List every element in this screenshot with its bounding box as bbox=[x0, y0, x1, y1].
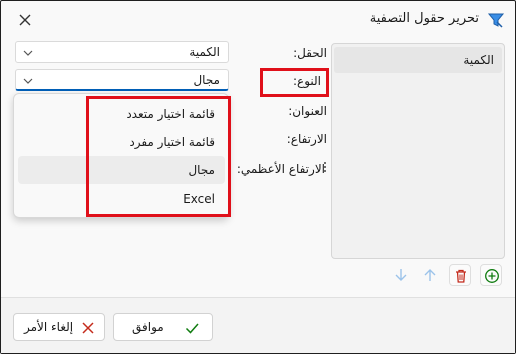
checkmark-icon bbox=[185, 323, 199, 334]
cancel-x-icon bbox=[82, 322, 94, 334]
list-item[interactable]: الكمية bbox=[334, 47, 502, 73]
splitter-grip-icon[interactable] bbox=[323, 161, 327, 175]
cancel-button[interactable]: إلغاء الأمر bbox=[13, 313, 105, 341]
dropdown-highlight bbox=[86, 96, 231, 217]
chevron-down-icon bbox=[22, 47, 34, 59]
close-icon bbox=[19, 14, 31, 26]
max-height-label: الارتفاع الأعظمي: bbox=[236, 162, 325, 176]
move-down-button[interactable] bbox=[390, 264, 412, 286]
fields-list[interactable]: الكمية bbox=[331, 43, 505, 259]
title-bar: تحرير حقول التصفية bbox=[1, 1, 515, 37]
heading-label: العنوان: bbox=[288, 104, 327, 118]
field-select[interactable]: الكمية bbox=[15, 41, 229, 63]
dialog-footer: موافق إلغاء الأمر bbox=[1, 297, 515, 353]
arrow-down-icon bbox=[395, 269, 407, 281]
height-label: الارتفاع: bbox=[286, 132, 327, 146]
trash-icon bbox=[456, 269, 466, 283]
filter-icon bbox=[487, 11, 505, 29]
move-up-button[interactable] bbox=[419, 264, 441, 286]
add-button[interactable] bbox=[480, 264, 502, 286]
chevron-down-icon bbox=[22, 75, 34, 87]
ok-button[interactable]: موافق bbox=[113, 313, 213, 341]
edit-filter-fields-dialog: تحرير حقول التصفية الكمية الحقل: النوع: … bbox=[0, 0, 516, 354]
field-select-value: الكمية bbox=[189, 45, 220, 59]
dialog-title: تحرير حقول التصفية bbox=[369, 11, 479, 26]
ok-button-label: موافق bbox=[132, 320, 164, 334]
close-button[interactable] bbox=[15, 10, 35, 30]
cancel-button-label: إلغاء الأمر bbox=[24, 320, 74, 334]
type-label-highlight bbox=[260, 68, 329, 97]
list-item-label: الكمية bbox=[463, 53, 494, 67]
field-label: الحقل: bbox=[293, 46, 327, 60]
arrow-up-icon bbox=[424, 269, 436, 281]
add-circle-icon bbox=[485, 269, 499, 283]
type-select[interactable]: مجال bbox=[15, 69, 229, 91]
type-select-value: مجال bbox=[193, 73, 220, 87]
delete-button[interactable] bbox=[449, 264, 471, 286]
